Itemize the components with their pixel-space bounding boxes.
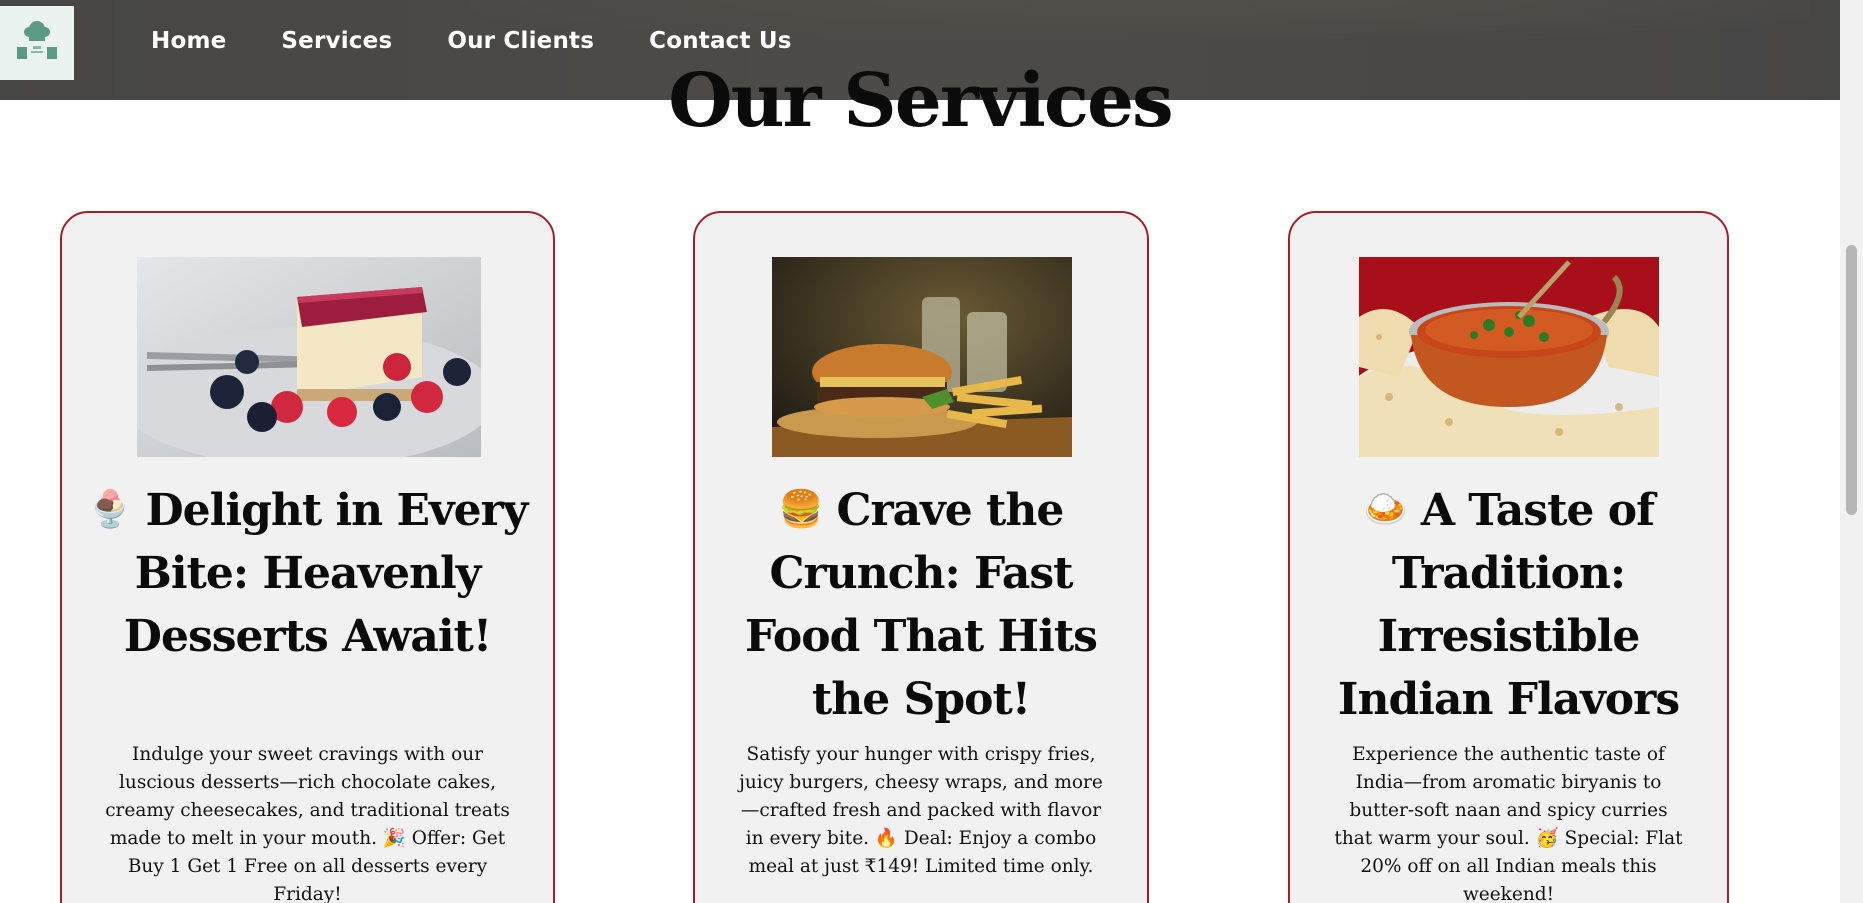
service-card-fast-food: 🍔 Crave the Crunch: Fast Food That Hits t… bbox=[693, 211, 1149, 903]
card-title-indian: 🍛 A Taste of Tradition: Irresistible Indi… bbox=[1290, 478, 1727, 731]
cheesecake-photo bbox=[137, 257, 481, 457]
card-description-indian: Experience the authentic taste of India—… bbox=[1334, 744, 1683, 903]
card-title-fast-food: 🍔 Crave the Crunch: Fast Food That Hits t… bbox=[695, 478, 1147, 731]
nav-link-contact-us[interactable]: Contact Us bbox=[649, 28, 792, 54]
ice-cream-icon: 🍨 bbox=[87, 489, 133, 530]
page-title: Our Services bbox=[668, 58, 1173, 144]
service-card-desserts: 🍨 Delight in Every Bite: Heavenly Dessert… bbox=[60, 211, 555, 903]
card-title-desserts: 🍨 Delight in Every Bite: Heavenly Dessert… bbox=[62, 478, 553, 668]
nav-link-home[interactable]: Home bbox=[151, 28, 226, 54]
burger-icon: 🍔 bbox=[778, 489, 824, 530]
nav-links: Home Services Our Clients Contact Us bbox=[151, 28, 792, 54]
nav-link-our-clients[interactable]: Our Clients bbox=[447, 28, 594, 54]
service-card-indian: 🍛 A Taste of Tradition: Irresistible Indi… bbox=[1288, 211, 1729, 903]
card-description-fast-food: Satisfy your hunger with crispy fries, j… bbox=[739, 744, 1103, 877]
nav-link-services[interactable]: Services bbox=[281, 28, 392, 54]
curry-naan-photo bbox=[1359, 257, 1659, 457]
burger-fries-photo bbox=[772, 257, 1072, 457]
card-description-desserts: Indulge your sweet cravings with our lus… bbox=[105, 744, 510, 903]
vertical-scrollbar[interactable] bbox=[1840, 0, 1863, 903]
scrollbar-thumb[interactable] bbox=[1846, 245, 1857, 515]
curry-icon: 🍛 bbox=[1362, 489, 1408, 530]
card-title-text: Delight in Every Bite: Heavenly Desserts… bbox=[123, 485, 529, 662]
